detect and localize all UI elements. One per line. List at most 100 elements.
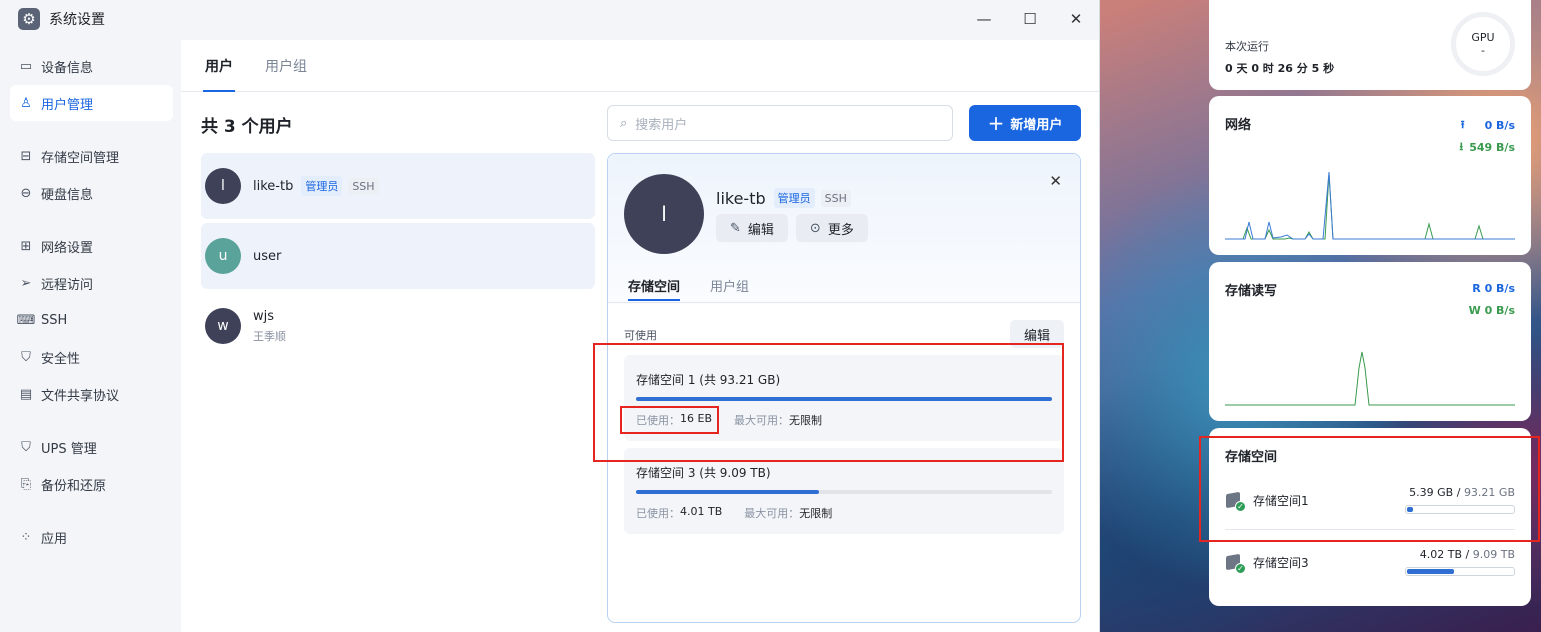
avatar: l xyxy=(624,174,704,254)
users-icon: ♙ xyxy=(20,95,32,111)
close-icon[interactable]: ✕ xyxy=(1049,172,1062,190)
sidebar-item-storage-management[interactable]: ⊟ 存储空间管理 xyxy=(10,138,173,174)
sidebar-item-network-settings[interactable]: ⊞ 网络设置 xyxy=(10,228,173,264)
storage-total: 9.09 TB xyxy=(1472,548,1515,561)
used-label: 已使用： xyxy=(636,507,680,520)
user-row[interactable]: w wjs 王季顺 xyxy=(201,293,595,359)
storage-usage-bar xyxy=(1405,567,1515,576)
user-name: wjs xyxy=(253,308,275,324)
user-name: user xyxy=(253,248,282,264)
sidebar-item-apps[interactable]: ⁘ 应用 xyxy=(10,519,173,555)
sidebar-item-remote-access[interactable]: ➢ 远程访问 xyxy=(10,265,173,301)
sidebar-item-label: 安全性 xyxy=(41,351,81,367)
user-row[interactable]: l like-tb 管理员 SSH xyxy=(201,153,595,219)
pencil-icon: ✎ xyxy=(730,220,741,236)
runtime-value: 0 天 0 时 26 分 5 秒 xyxy=(1225,62,1335,75)
sidebar-item-backup[interactable]: ⎘ 备份和还原 xyxy=(10,466,173,502)
gpu-value: - xyxy=(1481,44,1485,57)
disk-io-sparkline xyxy=(1225,351,1515,406)
sidebar-item-security[interactable]: ⛉ 安全性 xyxy=(10,339,173,375)
search-placeholder: 搜索用户 xyxy=(635,117,688,133)
runtime-label: 本次运行 xyxy=(1225,40,1269,53)
main-content: 用户 用户组 共 3 个用户 ⌕ 搜索用户 + 新增用户 l like-tb 管… xyxy=(181,40,1099,632)
sidebar-item-label: UPS 管理 xyxy=(41,441,97,457)
more-icon: ⊙ xyxy=(809,220,821,236)
tab-user-groups[interactable]: 用户组 xyxy=(710,269,749,301)
storage-cube-icon: ✓ xyxy=(1225,553,1246,574)
annotation-box xyxy=(593,343,1064,462)
close-icon[interactable]: ✕ xyxy=(1053,0,1099,38)
file-icon: ▤ xyxy=(19,386,33,402)
read-value: 0 B/s xyxy=(1484,282,1515,295)
search-icon: ⌕ xyxy=(620,115,628,131)
download-icon: ⭳ xyxy=(1459,140,1464,153)
shield-icon: ⛉ xyxy=(21,349,31,365)
add-user-button[interactable]: + 新增用户 xyxy=(969,105,1081,141)
disk-io-widget: 存储读写 R 0 B/s W 0 B/s xyxy=(1209,262,1531,421)
write-label: W xyxy=(1468,304,1481,317)
avatar: l xyxy=(205,168,241,204)
max-label: 最大可用： xyxy=(744,507,800,520)
gear-icon: ⚙ xyxy=(18,8,40,30)
user-count: 共 3 个用户 xyxy=(201,117,293,137)
network-title: 网络 xyxy=(1225,118,1252,133)
more-button[interactable]: ⊙ 更多 xyxy=(795,214,868,242)
ssh-badge: SSH xyxy=(348,177,379,195)
sidebar-item-disk-info[interactable]: ⊖ 硬盘信息 xyxy=(10,175,173,211)
tab-user-groups[interactable]: 用户组 xyxy=(265,40,307,91)
gpu-gauge: GPU - xyxy=(1451,12,1515,76)
sidebar-item-user-management[interactable]: ♙ 用户管理 xyxy=(10,85,173,121)
maximize-icon[interactable]: ☐ xyxy=(1007,0,1053,38)
storage-icon: ⊟ xyxy=(20,148,32,164)
search-input[interactable]: ⌕ 搜索用户 xyxy=(607,105,953,141)
read-label: R xyxy=(1472,282,1481,295)
available-label: 可使用 xyxy=(624,329,657,342)
upload-rate: ⭱ 0 B/s xyxy=(1461,116,1515,135)
shield-icon: ⛉ xyxy=(21,439,31,455)
runtime-widget: 本次运行 0 天 0 时 26 分 5 秒 GPU - xyxy=(1209,0,1531,90)
network-widget: 网络 ⭱ 0 B/s ⭳ 549 B/s xyxy=(1209,96,1531,255)
avatar: w xyxy=(205,308,241,344)
network-sparkline xyxy=(1225,172,1515,240)
edit-user-button[interactable]: ✎ 编辑 xyxy=(716,214,788,242)
sidebar-item-ups[interactable]: ⛉ UPS 管理 xyxy=(10,429,173,465)
download-value: 549 B/s xyxy=(1469,141,1515,154)
storage-title: 存储空间 3 (共 9.09 TB) xyxy=(636,466,771,480)
avatar: u xyxy=(205,238,241,274)
storage-item[interactable]: ✓ 存储空间3 4.02 TB / 9.09 TB xyxy=(1225,542,1515,582)
annotation-box xyxy=(1199,436,1540,542)
apps-icon: ⁘ xyxy=(20,529,32,545)
tab-users[interactable]: 用户 xyxy=(203,40,235,92)
sidebar-item-label: 应用 xyxy=(41,531,68,547)
sidebar-item-label: 硬盘信息 xyxy=(41,187,94,203)
plus-icon: + xyxy=(987,111,1005,135)
more-label: 更多 xyxy=(827,222,854,238)
storage-used: 4.02 TB xyxy=(1419,548,1463,561)
user-row[interactable]: u user xyxy=(201,223,595,289)
device-icon: ▭ xyxy=(19,58,33,74)
sidebar: ▭ 设备信息 ♙ 用户管理 ⊟ 存储空间管理 ⊖ 硬盘信息 ⊞ 网络设置 ➢ 远… xyxy=(0,40,181,632)
backup-icon: ⎘ xyxy=(20,476,32,492)
minimize-icon[interactable]: — xyxy=(961,0,1007,38)
edit-label: 编辑 xyxy=(747,222,774,238)
annotation-box xyxy=(620,406,719,434)
disk-io-title: 存储读写 xyxy=(1225,284,1278,299)
tab-bar: 用户 用户组 xyxy=(181,40,1099,92)
terminal-icon: ⌨ xyxy=(16,312,36,328)
admin-badge: 管理员 xyxy=(301,176,343,196)
detail-header: l like-tb 管理员 SSH ✎ 编辑 ⊙ 更多 ✕ 存储空间 用户组 xyxy=(608,154,1080,304)
admin-badge: 管理员 xyxy=(773,188,815,208)
sidebar-item-label: 网络设置 xyxy=(41,240,94,256)
max-value: 无限制 xyxy=(799,507,833,520)
sidebar-item-device-info[interactable]: ▭ 设备信息 xyxy=(10,48,173,84)
settings-window: ⚙ 系统设置 — ☐ ✕ ▭ 设备信息 ♙ 用户管理 ⊟ 存储空间管理 ⊖ 硬盘… xyxy=(0,0,1100,632)
sidebar-item-label: 存储空间管理 xyxy=(41,150,120,166)
tab-storage[interactable]: 存储空间 xyxy=(628,269,681,301)
storage-name: 存储空间3 xyxy=(1253,555,1309,570)
sidebar-item-ssh[interactable]: ⌨ SSH xyxy=(10,302,173,338)
check-icon: ✓ xyxy=(1235,563,1246,574)
sidebar-item-file-sharing[interactable]: ▤ 文件共享协议 xyxy=(10,376,173,412)
send-icon: ➢ xyxy=(20,275,32,291)
ssh-badge: SSH xyxy=(820,189,851,207)
title-bar: ⚙ 系统设置 — ☐ ✕ xyxy=(0,0,1099,38)
